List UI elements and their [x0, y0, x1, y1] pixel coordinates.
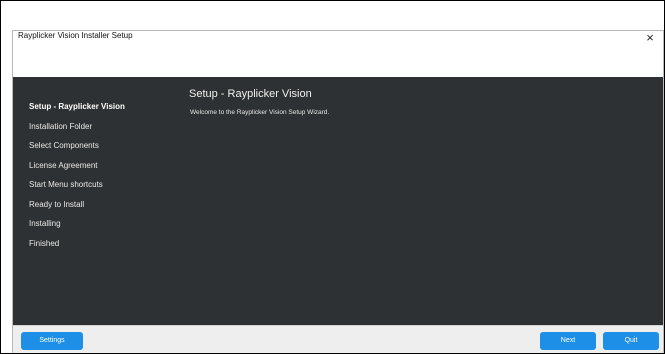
- steps-sidebar: Setup - Rayplicker Vision Installation F…: [13, 77, 173, 325]
- close-icon[interactable]: ×: [641, 30, 659, 46]
- settings-button[interactable]: Settings: [21, 332, 83, 350]
- window-title: Rayplicker Vision Installer Setup: [18, 31, 133, 40]
- step-finished: Finished: [29, 239, 60, 248]
- footer-bar: Settings Next Quit: [13, 325, 663, 353]
- step-license-agreement: License Agreement: [29, 161, 98, 170]
- installer-window: × Setup - Rayplicker Vision Installation…: [12, 30, 664, 353]
- step-installing: Installing: [29, 219, 61, 228]
- step-ready-to-install: Ready to Install: [29, 200, 85, 209]
- step-start-menu-shortcuts: Start Menu shortcuts: [29, 180, 103, 189]
- quit-button[interactable]: Quit: [603, 332, 659, 350]
- wizard-body: Setup - Rayplicker Vision Installation F…: [13, 77, 663, 325]
- step-setup: Setup - Rayplicker Vision: [29, 102, 125, 111]
- screen-frame: × Setup - Rayplicker Vision Installation…: [0, 0, 665, 354]
- content-panel: Setup - Rayplicker Vision Welcome to the…: [189, 77, 659, 325]
- welcome-text: Welcome to the Rayplicker Vision Setup W…: [190, 109, 330, 116]
- content-title: Setup - Rayplicker Vision: [189, 88, 312, 100]
- step-installation-folder: Installation Folder: [29, 122, 93, 131]
- next-button[interactable]: Next: [540, 332, 596, 350]
- step-select-components: Select Components: [29, 141, 99, 150]
